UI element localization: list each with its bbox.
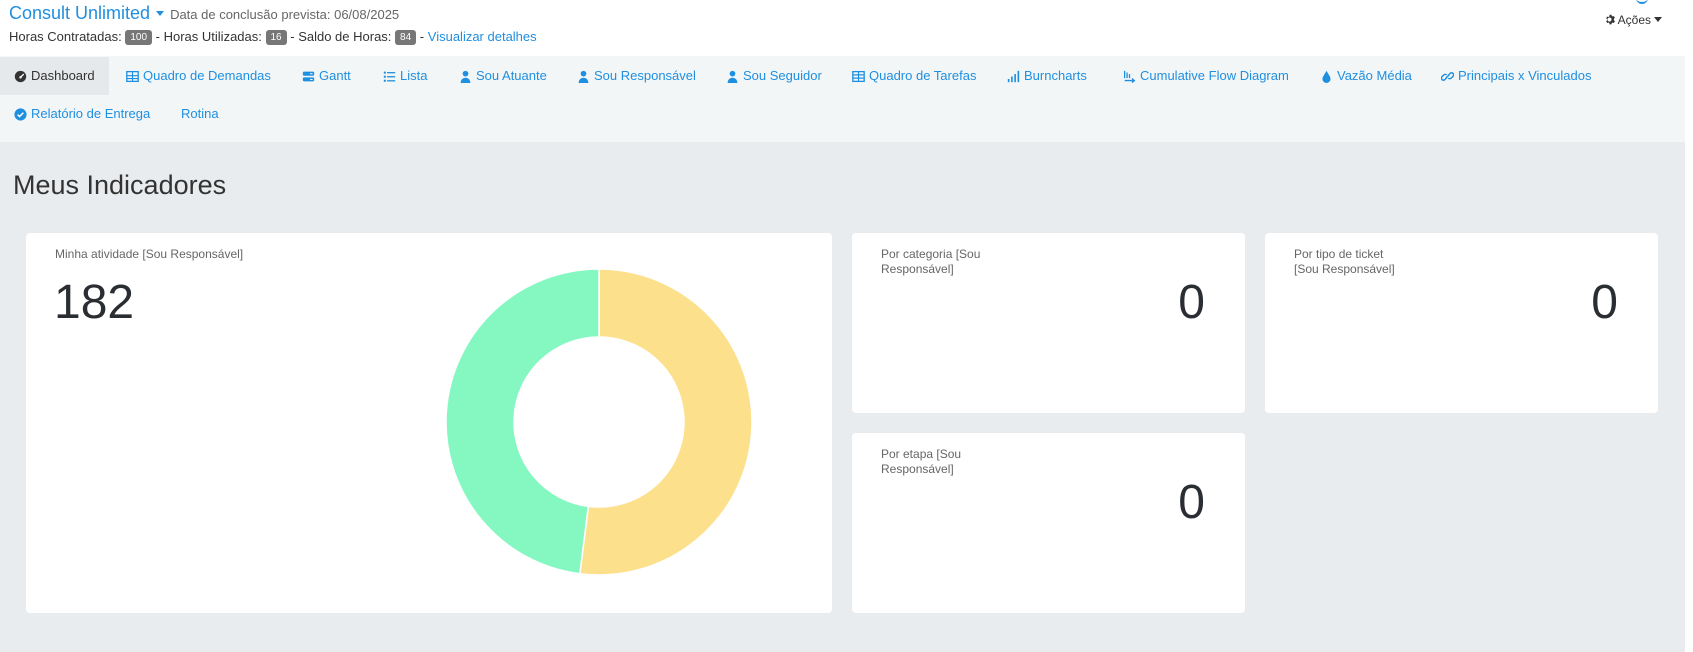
- ticket-type-count: 0: [1591, 276, 1618, 329]
- tab-principais-x-vinculados[interactable]: Principais x Vinculados: [1427, 57, 1605, 95]
- tab-relatorio-de-entrega[interactable]: Relatório de Entrega: [0, 95, 164, 133]
- activity-count: 182: [54, 276, 135, 329]
- separator: -: [419, 29, 425, 44]
- stage-card-label-line2: Responsável]: [881, 462, 954, 476]
- user-icon: [727, 70, 738, 83]
- tab-label: Relatório de Entrega: [31, 106, 151, 121]
- category-card-label-line2: Responsável]: [881, 262, 954, 276]
- table-icon: [126, 70, 139, 82]
- hours-balance-badge: 84: [395, 30, 417, 45]
- hours-summary: Horas Contratadas: 100 - Horas Utilizada…: [9, 29, 537, 45]
- list-icon: [383, 71, 396, 82]
- tab-gantt[interactable]: Gantt: [288, 57, 365, 95]
- view-details-link[interactable]: Visualizar detalhes: [428, 29, 537, 44]
- page-title: Meus Indicadores: [13, 170, 227, 200]
- user-icon: [578, 70, 589, 83]
- right-gutter: [1685, 0, 1693, 652]
- project-title-line: Consult Unlimited Data de conclusão previ…: [9, 3, 399, 24]
- hours-contracted-badge: 100: [125, 30, 153, 45]
- tab-sou-responsavel[interactable]: Sou Responsável: [563, 57, 710, 95]
- tab-label: Gantt: [319, 68, 351, 83]
- hours-used-label: - Horas Utilizadas:: [155, 29, 262, 44]
- flow-icon: [1123, 70, 1136, 83]
- tab-vazao-media[interactable]: Vazão Média: [1306, 57, 1426, 95]
- category-card: Por categoria [Sou Responsável] 0: [852, 233, 1245, 413]
- activity-card: Minha atividade [Sou Responsável] 182: [26, 233, 832, 613]
- ticket-type-card-label-line2: [Sou Responsável]: [1294, 262, 1395, 276]
- table-icon: [852, 70, 865, 82]
- notification-indicator-icon[interactable]: [1636, 0, 1648, 4]
- tab-label: Cumulative Flow Diagram: [1140, 68, 1289, 83]
- category-card-label-line1: Por categoria [Sou: [881, 247, 981, 261]
- donut-slice-1[interactable]: [445, 268, 600, 575]
- tab-label: Sou Atuante: [476, 68, 547, 83]
- tab-label: Rotina: [181, 106, 219, 121]
- ticket-type-card-label: Por tipo de ticket [Sou Responsável]: [1294, 247, 1395, 277]
- project-title[interactable]: Consult Unlimited: [9, 3, 150, 23]
- tab-cumulative-flow-diagram[interactable]: Cumulative Flow Diagram: [1109, 57, 1303, 95]
- hours-balance-label: - Saldo de Horas:: [290, 29, 392, 44]
- tab-sou-seguidor[interactable]: Sou Seguidor: [712, 57, 836, 95]
- donut-slice-0[interactable]: [578, 268, 753, 576]
- category-count: 0: [1178, 276, 1205, 329]
- project-header: Consult Unlimited Data de conclusão previ…: [0, 0, 1685, 56]
- activity-card-label: Minha atividade [Sou Responsável]: [55, 247, 244, 261]
- tab-label: Dashboard: [31, 68, 95, 83]
- dashboard-nav: Dashboard Quadro de Demandas Gantt Lista…: [0, 56, 1685, 142]
- actions-dropdown[interactable]: Ações: [1604, 13, 1663, 27]
- tab-lista[interactable]: Lista: [369, 57, 441, 95]
- stage-card-label-line1: Por etapa [Sou: [881, 447, 962, 461]
- tab-burncharts[interactable]: Burncharts: [993, 57, 1101, 95]
- tab-label: Vazão Média: [1337, 68, 1412, 83]
- check-circle-icon: [14, 107, 27, 121]
- ticket-type-card: Por tipo de ticket [Sou Responsável] 0: [1265, 233, 1658, 413]
- ticket-type-card-label-line1: Por tipo de ticket: [1294, 247, 1384, 261]
- gantt-icon: [302, 71, 315, 81]
- tab-dashboard[interactable]: Dashboard: [0, 57, 109, 95]
- tab-label: Sou Responsável: [594, 68, 696, 83]
- tab-quadro-de-tarefas[interactable]: Quadro de Tarefas: [838, 57, 990, 95]
- link-icon: [1441, 71, 1454, 81]
- caret-down-icon: [1654, 17, 1663, 23]
- tab-label: Quadro de Tarefas: [869, 68, 977, 83]
- stage-card-label: Por etapa [Sou Responsável]: [881, 447, 961, 477]
- tab-rotina[interactable]: Rotina: [167, 95, 233, 133]
- gear-icon: [1606, 14, 1615, 25]
- tab-label: Quadro de Demandas: [143, 68, 271, 83]
- tab-sou-atuante[interactable]: Sou Atuante: [445, 57, 561, 95]
- hours-contracted-label: Horas Contratadas:: [9, 29, 122, 44]
- dashboard-icon: [14, 70, 27, 82]
- stage-card: Por etapa [Sou Responsável] 0: [852, 433, 1245, 613]
- signal-icon: [1007, 70, 1020, 82]
- due-date: Data de conclusão prevista: 06/08/2025: [170, 7, 400, 22]
- tab-label: Principais x Vinculados: [1458, 68, 1592, 83]
- tab-label: Burncharts: [1024, 68, 1087, 83]
- user-icon: [460, 70, 471, 83]
- stage-count: 0: [1178, 476, 1205, 529]
- hours-used-badge: 16: [265, 30, 287, 45]
- activity-donut-chart: [445, 268, 753, 576]
- actions-label: Ações: [1617, 13, 1652, 27]
- tab-label: Sou Seguidor: [743, 68, 822, 83]
- drop-icon: [1322, 70, 1331, 83]
- category-card-label: Por categoria [Sou Responsável]: [881, 247, 980, 277]
- chevron-down-icon[interactable]: [156, 10, 165, 16]
- tab-label: Lista: [400, 68, 428, 83]
- tab-quadro-de-demandas[interactable]: Quadro de Demandas: [112, 57, 285, 95]
